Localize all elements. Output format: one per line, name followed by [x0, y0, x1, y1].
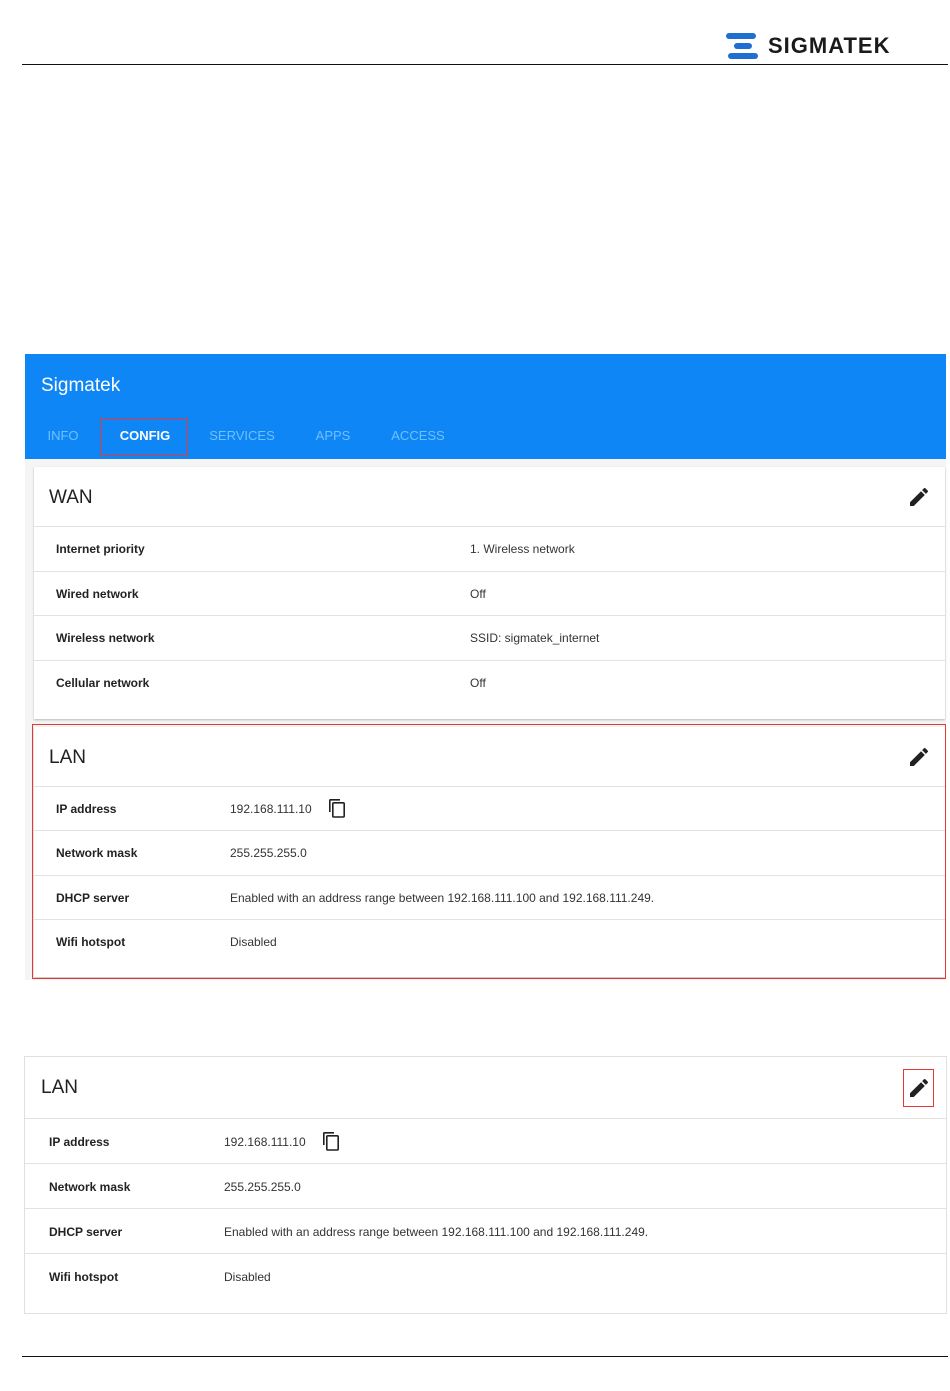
app-title: Sigmatek: [41, 375, 121, 396]
row-value: 192.168.111.10: [224, 1135, 306, 1149]
tab-services[interactable]: SERVICES: [209, 418, 275, 459]
copy-ip-button[interactable]: [322, 1131, 340, 1151]
row-value: Enabled with an address range between 19…: [224, 1225, 649, 1239]
table-row: Wireless network SSID: sigmatek_internet: [34, 615, 945, 660]
app-header: Sigmatek INFO CONFIG SERVICES APPS ACCES…: [25, 354, 946, 459]
row-value: Off: [470, 587, 486, 601]
tab-apps[interactable]: APPS: [313, 418, 353, 459]
sigmatek-logo-text: SIGMATEK: [768, 33, 891, 58]
edit-button-highlight: [903, 1069, 934, 1107]
config-tab-highlight: [100, 418, 188, 456]
wan-card: WAN Internet priority 1. Wireless networ…: [34, 467, 945, 719]
pencil-icon: [910, 487, 929, 506]
row-value: 255.255.255.0: [224, 1180, 301, 1194]
row-value: Off: [470, 676, 486, 690]
lan-detail-title: LAN: [41, 1077, 78, 1098]
row-label: IP address: [49, 1135, 110, 1149]
lan-detail-card: LAN IP address 192.168.111.10 Network ma…: [25, 1057, 946, 1313]
copy-icon: [323, 1132, 339, 1151]
table-row: Network mask 255.255.255.0: [25, 1163, 946, 1209]
tab-access[interactable]: ACCESS: [389, 418, 447, 459]
sigmatek-logo-mark: [726, 33, 760, 59]
row-label: Wireless network: [56, 631, 155, 645]
row-label: DHCP server: [49, 1225, 123, 1239]
row-label: Internet priority: [56, 542, 145, 556]
wan-card-title: WAN: [49, 487, 93, 508]
row-value: Disabled: [224, 1270, 271, 1284]
table-row: Cellular network Off: [34, 660, 945, 719]
tab-bar: INFO CONFIG SERVICES APPS ACCESS: [25, 418, 625, 459]
table-row: DHCP server Enabled with an address rang…: [25, 1208, 946, 1254]
row-value: 1. Wireless network: [470, 542, 575, 556]
header-rule: [22, 64, 948, 65]
table-row: Internet priority 1. Wireless network: [34, 526, 945, 571]
sigmatek-logo: SIGMATEK: [726, 32, 890, 60]
table-row: Wired network Off: [34, 571, 945, 616]
tab-info[interactable]: INFO: [45, 418, 81, 459]
lan-card-highlight: [32, 724, 946, 979]
row-label: Cellular network: [56, 676, 150, 690]
row-label: Wired network: [56, 587, 139, 601]
table-row: IP address 192.168.111.10: [25, 1118, 946, 1164]
table-row: Wifi hotspot Disabled: [25, 1253, 946, 1313]
footer-rule: [22, 1356, 948, 1357]
row-label: Network mask: [49, 1180, 131, 1194]
app-window: Sigmatek INFO CONFIG SERVICES APPS ACCES…: [25, 354, 946, 980]
wan-edit-button[interactable]: [907, 485, 931, 509]
row-value: SSID: sigmatek_internet: [470, 631, 600, 645]
row-label: Wifi hotspot: [49, 1270, 119, 1284]
